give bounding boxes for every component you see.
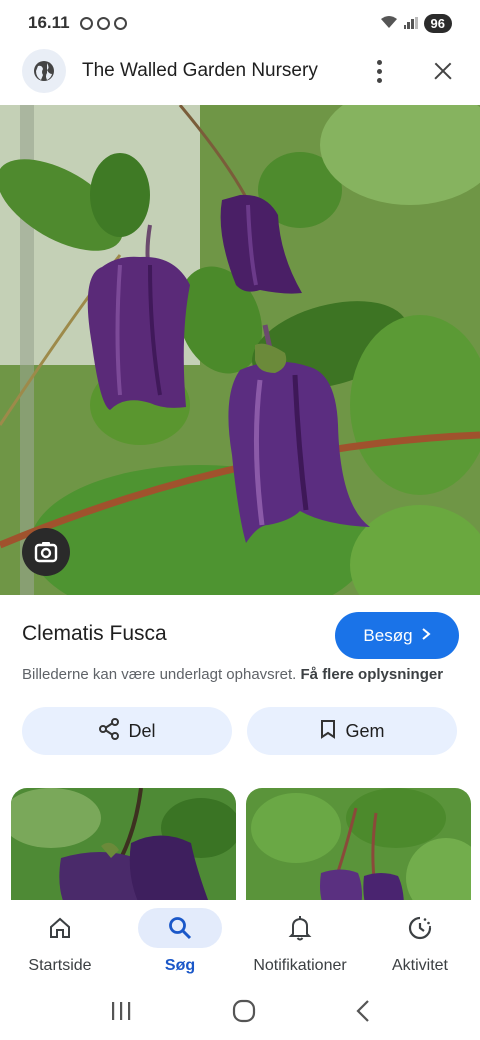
activity-icon (378, 908, 462, 948)
status-right: 96 (380, 13, 452, 33)
wifi-icon (380, 15, 398, 32)
close-icon[interactable] (428, 56, 458, 86)
system-navigation (0, 986, 480, 1040)
signal-icon (403, 17, 418, 29)
status-bar: 16.11 96 (0, 0, 480, 46)
visit-label: Besøg (363, 625, 413, 645)
more-info-link[interactable]: Få flere oplysninger (301, 666, 444, 683)
home-icon (18, 908, 102, 948)
save-label: Gem (345, 720, 385, 741)
search-icon (138, 908, 222, 948)
bookmark-icon (319, 719, 337, 744)
nav-label-search: Søg (164, 957, 196, 974)
site-title: The Walled Garden Nursery (82, 60, 318, 81)
nav-item-search[interactable]: Søg (120, 900, 240, 986)
hero-image[interactable] (0, 105, 480, 595)
chat-icon (113, 16, 127, 30)
related-image-2[interactable] (246, 788, 471, 908)
status-time: 16.11 (28, 13, 70, 32)
home-button-icon[interactable] (232, 999, 256, 1028)
notification-icon (79, 16, 93, 30)
more-options-icon[interactable] (364, 56, 394, 86)
back-icon[interactable] (355, 999, 371, 1028)
messenger-icon (96, 16, 110, 30)
nav-item-home[interactable]: Startside (0, 900, 120, 986)
share-icon (98, 717, 120, 745)
share-button[interactable]: Del (22, 707, 232, 755)
header: The Walled Garden Nursery (0, 46, 480, 96)
bottom-navigation: Startside Søg Notifikationer Aktivitet (0, 900, 480, 986)
save-button[interactable]: Gem (247, 707, 457, 755)
notification-icons (79, 16, 127, 30)
nav-item-notifications[interactable]: Notifikationer (240, 900, 360, 986)
bell-icon (258, 908, 342, 948)
lens-search-icon[interactable] (22, 528, 70, 576)
nav-label-notifications: Notifikationer (253, 957, 347, 974)
visit-button[interactable]: Besøg (335, 612, 459, 659)
battery-indicator: 96 (423, 13, 452, 33)
globe-icon (22, 49, 66, 93)
nav-item-activity[interactable]: Aktivitet (360, 900, 480, 986)
nav-label-activity: Aktivitet (391, 957, 448, 974)
chevron-right-icon (421, 626, 431, 646)
copyright-text: Billederne kan være underlagt ophavsret. (22, 666, 297, 683)
result-title: Clematis Fusca (22, 622, 167, 645)
related-image-1[interactable] (11, 788, 236, 908)
nav-label-home: Startside (28, 957, 92, 974)
copyright-notice: Billederne kan være underlagt ophavsret.… (22, 666, 443, 683)
share-label: Del (128, 720, 156, 741)
recent-apps-icon[interactable] (109, 1000, 133, 1027)
